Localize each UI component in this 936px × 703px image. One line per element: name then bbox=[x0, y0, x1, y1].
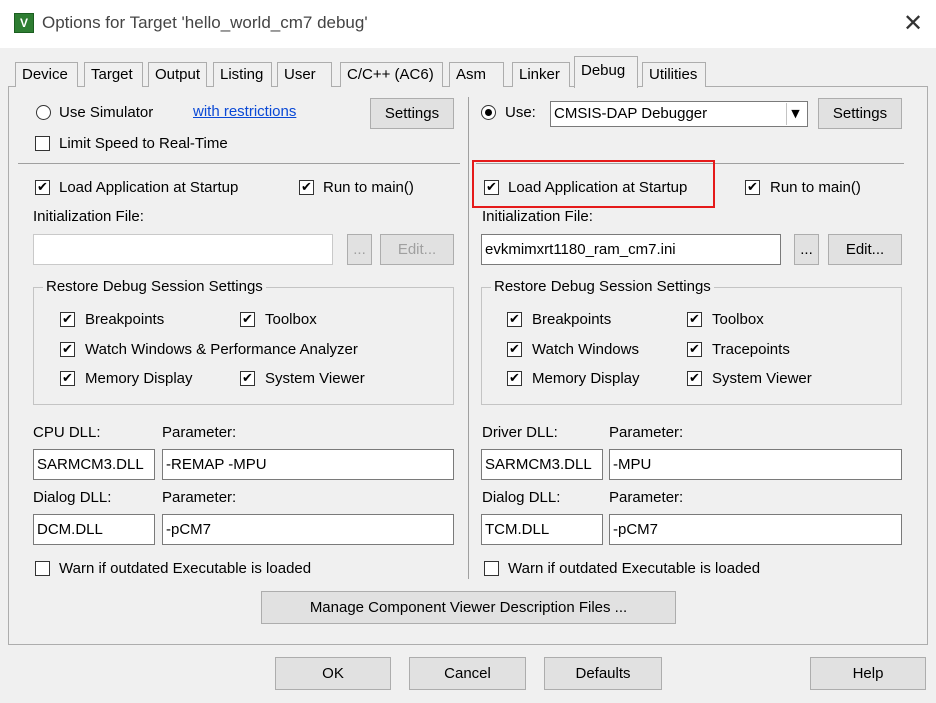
use-simulator-label: Use Simulator bbox=[59, 104, 154, 121]
right-restore-title: Restore Debug Session Settings bbox=[491, 278, 714, 295]
left-memory-label: Memory Display bbox=[85, 370, 193, 387]
tab-output[interactable]: Output bbox=[148, 62, 207, 87]
left-toolbox-checkbox[interactable]: ✔ bbox=[240, 312, 255, 327]
help-button[interactable]: Help bbox=[810, 657, 926, 690]
chevron-down-icon[interactable]: ▼ bbox=[786, 103, 804, 125]
left-watch-checkbox[interactable]: ✔ bbox=[60, 342, 75, 357]
limit-speed-label: Limit Speed to Real-Time bbox=[59, 135, 228, 152]
cpu-param-input[interactable]: -REMAP -MPU bbox=[162, 449, 454, 480]
tab-listing[interactable]: Listing bbox=[213, 62, 272, 87]
right-dialog-dll-label: Dialog DLL: bbox=[482, 489, 561, 506]
tab-debug[interactable]: Debug bbox=[574, 56, 638, 88]
left-init-file-label: Initialization File: bbox=[33, 208, 144, 225]
right-run-to-main-label: Run to main() bbox=[770, 179, 861, 196]
tab-user[interactable]: User bbox=[277, 62, 332, 87]
left-dialog-param-label: Parameter: bbox=[162, 489, 237, 506]
tab-linker[interactable]: Linker bbox=[512, 62, 570, 87]
defaults-button[interactable]: Defaults bbox=[544, 657, 662, 690]
left-watch-label: Watch Windows & Performance Analyzer bbox=[85, 341, 358, 358]
right-init-edit-button[interactable]: Edit... bbox=[828, 234, 902, 265]
right-memory-checkbox[interactable]: ✔ bbox=[507, 371, 522, 386]
driver-param-input[interactable]: -MPU bbox=[609, 449, 902, 480]
right-init-file-input[interactable]: evkmimxrt1180_ram_cm7.ini bbox=[481, 234, 781, 265]
close-icon[interactable]: ✕ bbox=[898, 8, 928, 38]
right-toolbox-checkbox[interactable]: ✔ bbox=[687, 312, 702, 327]
right-toolbox-label: Toolbox bbox=[712, 311, 764, 328]
with-restrictions-link[interactable]: with restrictions bbox=[193, 103, 296, 120]
left-toolbox-label: Toolbox bbox=[265, 311, 317, 328]
keil-app-icon: V bbox=[14, 13, 34, 33]
left-breakpoints-label: Breakpoints bbox=[85, 311, 165, 328]
left-restore-title: Restore Debug Session Settings bbox=[43, 278, 266, 295]
highlight-box bbox=[472, 160, 715, 208]
right-warn-checkbox[interactable] bbox=[484, 561, 499, 576]
left-top-separator bbox=[18, 163, 460, 164]
left-system-viewer-checkbox[interactable]: ✔ bbox=[240, 371, 255, 386]
debugger-select[interactable]: CMSIS-DAP Debugger bbox=[550, 101, 808, 127]
driver-dll-input[interactable]: SARMCM3.DLL bbox=[481, 449, 603, 480]
right-memory-label: Memory Display bbox=[532, 370, 640, 387]
cancel-button[interactable]: Cancel bbox=[409, 657, 526, 690]
manage-component-viewer-button[interactable]: Manage Component Viewer Description File… bbox=[261, 591, 676, 624]
left-load-app-label: Load Application at Startup bbox=[59, 179, 239, 196]
left-dialog-param-input[interactable]: -pCM7 bbox=[162, 514, 454, 545]
cpu-param-label: Parameter: bbox=[162, 424, 237, 441]
right-system-viewer-label: System Viewer bbox=[712, 370, 812, 387]
debugger-settings-button[interactable]: Settings bbox=[818, 98, 902, 129]
left-init-edit-button[interactable]: Edit... bbox=[380, 234, 454, 265]
tab-utilities[interactable]: Utilities bbox=[642, 62, 706, 87]
left-warn-checkbox[interactable] bbox=[35, 561, 50, 576]
left-dialog-dll-label: Dialog DLL: bbox=[33, 489, 112, 506]
use-simulator-radio[interactable] bbox=[36, 105, 51, 120]
ok-button[interactable]: OK bbox=[275, 657, 391, 690]
right-init-browse-button[interactable]: ... bbox=[794, 234, 819, 265]
tab-device[interactable]: Device bbox=[15, 62, 78, 87]
right-breakpoints-checkbox[interactable]: ✔ bbox=[507, 312, 522, 327]
driver-dll-label: Driver DLL: bbox=[482, 424, 558, 441]
cpu-dll-input[interactable]: SARMCM3.DLL bbox=[33, 449, 155, 480]
right-tracepoints-checkbox[interactable]: ✔ bbox=[687, 342, 702, 357]
right-run-to-main-checkbox[interactable]: ✔ bbox=[745, 180, 760, 195]
use-debugger-radio[interactable] bbox=[481, 105, 496, 120]
column-separator bbox=[468, 97, 469, 579]
left-run-to-main-checkbox[interactable]: ✔ bbox=[299, 180, 314, 195]
right-init-file-label: Initialization File: bbox=[482, 208, 593, 225]
right-breakpoints-label: Breakpoints bbox=[532, 311, 612, 328]
left-dialog-dll-input[interactable]: DCM.DLL bbox=[33, 514, 155, 545]
use-label: Use: bbox=[505, 104, 536, 121]
left-memory-checkbox[interactable]: ✔ bbox=[60, 371, 75, 386]
left-init-browse-button[interactable]: ... bbox=[347, 234, 372, 265]
tab-target[interactable]: Target bbox=[84, 62, 143, 87]
left-warn-label: Warn if outdated Executable is loaded bbox=[59, 560, 312, 577]
left-init-file-input[interactable] bbox=[33, 234, 333, 265]
right-tracepoints-label: Tracepoints bbox=[712, 341, 790, 358]
simulator-settings-button[interactable]: Settings bbox=[370, 98, 454, 129]
right-dialog-param-label: Parameter: bbox=[609, 489, 684, 506]
right-dialog-param-input[interactable]: -pCM7 bbox=[609, 514, 902, 545]
window-title: Options for Target 'hello_world_cm7 debu… bbox=[42, 13, 368, 32]
right-warn-label: Warn if outdated Executable is loaded bbox=[508, 560, 761, 577]
driver-param-label: Parameter: bbox=[609, 424, 684, 441]
left-system-viewer-label: System Viewer bbox=[265, 370, 365, 387]
tab-cc-ac6[interactable]: C/C++ (AC6) bbox=[340, 62, 443, 87]
right-system-viewer-checkbox[interactable]: ✔ bbox=[687, 371, 702, 386]
tab-asm[interactable]: Asm bbox=[449, 62, 504, 87]
left-breakpoints-checkbox[interactable]: ✔ bbox=[60, 312, 75, 327]
right-dialog-dll-input[interactable]: TCM.DLL bbox=[481, 514, 603, 545]
limit-speed-checkbox[interactable] bbox=[35, 136, 50, 151]
left-run-to-main-label: Run to main() bbox=[323, 179, 414, 196]
cpu-dll-label: CPU DLL: bbox=[33, 424, 101, 441]
left-load-app-checkbox[interactable]: ✔ bbox=[35, 180, 50, 195]
right-watch-checkbox[interactable]: ✔ bbox=[507, 342, 522, 357]
right-watch-label: Watch Windows bbox=[532, 341, 639, 358]
